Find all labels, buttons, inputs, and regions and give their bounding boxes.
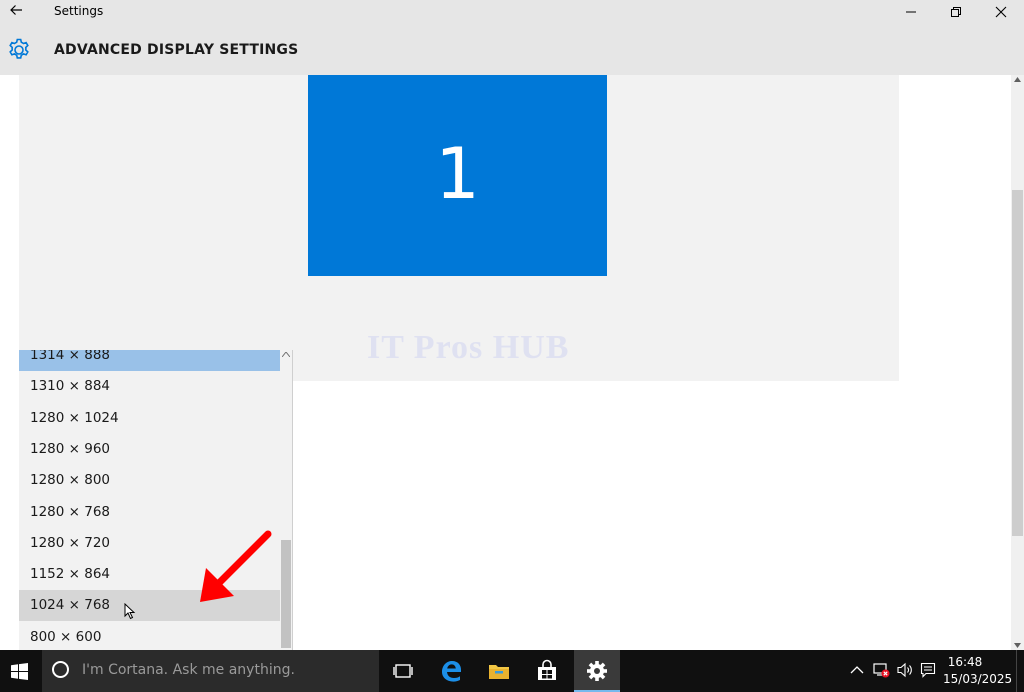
display-preview-area: 1 IT Pros HUB [19, 75, 899, 381]
minimize-button[interactable] [889, 0, 933, 24]
dropdown-scroll-up-icon[interactable] [282, 352, 290, 357]
resolution-option[interactable]: 1280 × 768 [19, 497, 280, 528]
network-disconnected-icon[interactable] [872, 662, 890, 678]
page-scrollbar[interactable] [1011, 75, 1024, 650]
monitor-1[interactable]: 1 [308, 75, 607, 276]
store-button[interactable] [524, 650, 570, 692]
resolution-option[interactable]: 1314 × 888 [19, 350, 280, 371]
back-arrow-icon [10, 5, 22, 15]
resolution-option[interactable]: 800 × 600 [19, 622, 280, 650]
close-icon [995, 6, 1007, 18]
cortana-search-box[interactable]: I'm Cortana. Ask me anything. [42, 650, 379, 692]
resolution-option[interactable]: 1310 × 884 [19, 371, 280, 402]
action-center-icon[interactable] [920, 662, 936, 678]
edge-icon [442, 661, 461, 682]
resolution-option[interactable]: 1280 × 800 [19, 465, 280, 496]
dropdown-scrollbar-thumb[interactable] [281, 540, 291, 648]
settings-taskbar-button[interactable] [574, 650, 620, 692]
taskbar: I'm Cortana. Ask me anything. 16:48 15/0… [0, 650, 1024, 692]
mouse-cursor-icon [124, 603, 136, 620]
resolution-option[interactable]: 1280 × 1024 [19, 403, 280, 434]
cortana-icon [52, 661, 69, 678]
monitor-number: 1 [435, 133, 480, 215]
cortana-placeholder: I'm Cortana. Ask me anything. [82, 662, 295, 678]
file-explorer-button[interactable] [476, 650, 522, 692]
resolution-option[interactable]: 1280 × 960 [19, 434, 280, 465]
window-title: Settings [54, 4, 104, 18]
minimize-icon [906, 11, 916, 13]
dropdown-scrollbar[interactable] [280, 350, 292, 650]
page-title: ADVANCED DISPLAY SETTINGS [54, 42, 299, 58]
gear-icon [9, 38, 29, 59]
store-icon [538, 659, 556, 680]
show-desktop-button[interactable] [1016, 650, 1024, 692]
start-button[interactable] [0, 650, 40, 692]
restore-button[interactable] [934, 0, 978, 24]
settings-icon [587, 661, 607, 681]
task-view-button[interactable] [380, 650, 426, 692]
clock-date: 15/03/2025 [943, 672, 1013, 686]
clock-time: 16:48 [947, 655, 983, 669]
task-view-icon [393, 664, 413, 678]
edge-button[interactable] [428, 650, 474, 692]
watermark: IT Pros HUB [367, 329, 570, 366]
system-clock[interactable]: 16:48 15/03/2025 [943, 654, 1013, 688]
close-button[interactable] [979, 0, 1023, 24]
volume-icon[interactable] [896, 662, 914, 678]
restore-icon [951, 7, 961, 17]
back-button[interactable] [8, 2, 30, 22]
page-scrollbar-thumb[interactable] [1012, 190, 1023, 536]
red-annotation-arrow-icon [200, 530, 272, 602]
scroll-up-icon[interactable] [1014, 77, 1021, 82]
scroll-down-icon[interactable] [1014, 643, 1021, 648]
show-hidden-icons-chevron-icon[interactable] [850, 665, 864, 675]
windows-logo-icon [11, 663, 28, 680]
file-explorer-icon [489, 665, 509, 679]
title-bar: Settings ADVANCED DISPLAY SETTINGS [0, 0, 1024, 75]
